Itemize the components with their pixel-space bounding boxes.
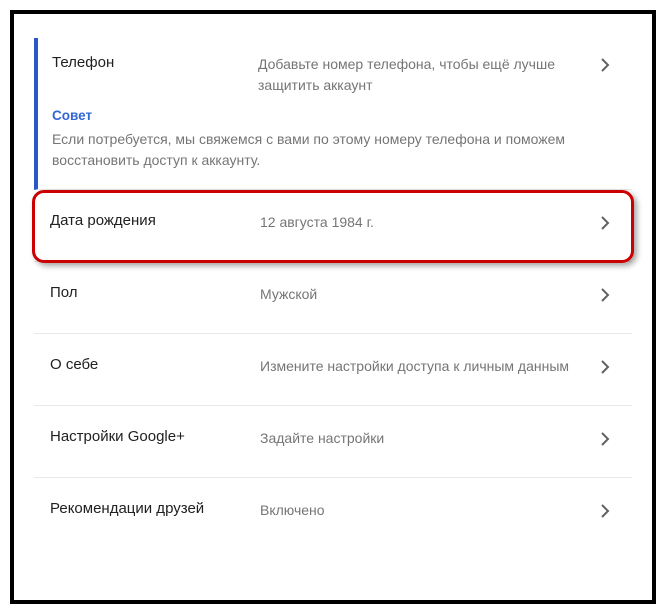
birthday-value: 12 августа 1984 г. (260, 210, 596, 233)
gender-row[interactable]: Пол Мужской (34, 262, 632, 334)
chevron-right-icon (596, 52, 614, 72)
phone-title: Телефон (52, 52, 258, 71)
friends-title: Рекомендации друзей (50, 498, 260, 517)
phone-desc: Добавьте номер телефона, чтобы ещё лучше… (258, 52, 596, 96)
birthday-row[interactable]: Дата рождения 12 августа 1984 г. (34, 190, 632, 262)
about-row[interactable]: О себе Измените настройки доступа к личн… (34, 334, 632, 406)
settings-list: Телефон Добавьте номер телефона, чтобы е… (34, 38, 632, 550)
chevron-right-icon (596, 426, 614, 446)
chevron-right-icon (596, 210, 614, 230)
friends-row[interactable]: Рекомендации друзей Включено (34, 478, 632, 550)
friends-value: Включено (260, 498, 596, 521)
chevron-right-icon (596, 498, 614, 518)
birthday-title: Дата рождения (50, 210, 260, 229)
tip-label: Совет (52, 108, 614, 123)
gender-value: Мужской (260, 282, 596, 305)
gplus-title: Настройки Google+ (50, 426, 260, 445)
gplus-row[interactable]: Настройки Google+ Задайте настройки (34, 406, 632, 478)
chevron-right-icon (596, 354, 614, 374)
chevron-right-icon (596, 282, 614, 302)
gender-title: Пол (50, 282, 260, 301)
phone-row[interactable]: Телефон Добавьте номер телефона, чтобы е… (34, 38, 632, 190)
about-value: Измените настройки доступа к личным данн… (260, 354, 596, 377)
tip-text: Если потребуется, мы свяжемся с вами по … (52, 129, 614, 171)
phone-row-top: Телефон Добавьте номер телефона, чтобы е… (52, 52, 614, 96)
gplus-value: Задайте настройки (260, 426, 596, 449)
settings-panel: Телефон Добавьте номер телефона, чтобы е… (10, 10, 656, 604)
about-title: О себе (50, 354, 260, 373)
